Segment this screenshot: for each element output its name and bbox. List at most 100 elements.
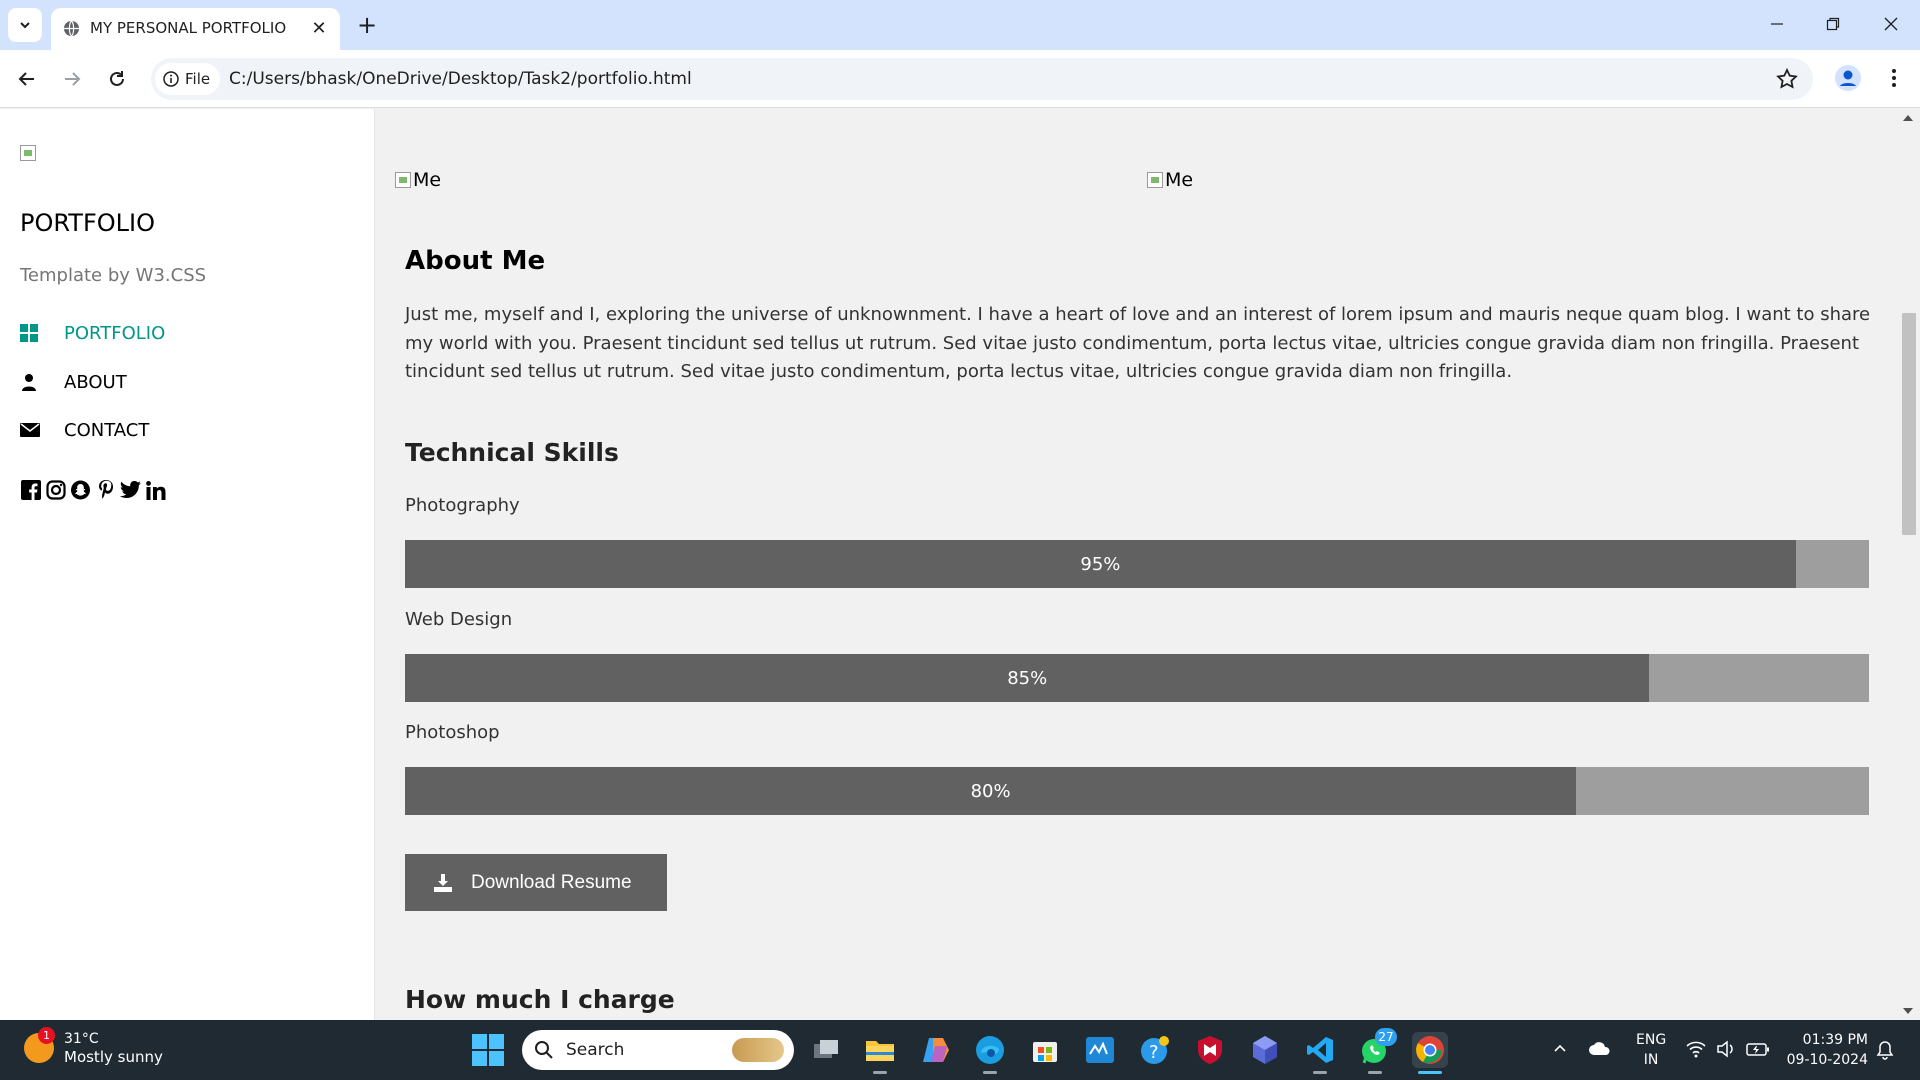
browser-menu-button[interactable] xyxy=(1878,62,1910,94)
sidebar-item-label: PORTFOLIO xyxy=(64,322,166,344)
active-indicator xyxy=(1418,1071,1442,1074)
twitter-icon[interactable] xyxy=(120,479,141,501)
system-clock[interactable]: 01:39 PM 09-10-2024 xyxy=(1786,1030,1868,1070)
mylip-app-button[interactable] xyxy=(1082,1032,1118,1068)
folder-icon xyxy=(866,1041,894,1061)
weather-temperature: 31°C xyxy=(64,1031,99,1047)
chevron-up-icon xyxy=(1554,1044,1566,1052)
pinterest-icon[interactable] xyxy=(95,479,116,501)
skill-label-photography: Photography xyxy=(405,495,520,516)
scroll-down-arrow-icon[interactable] xyxy=(1903,1008,1913,1014)
copilot-button[interactable] xyxy=(918,1032,954,1068)
weather-widget[interactable]: 1 31°C Mostly sunny xyxy=(24,1027,163,1066)
scroll-up-arrow-icon[interactable] xyxy=(1903,115,1913,121)
bookmark-star-icon[interactable] xyxy=(1775,67,1799,91)
back-button[interactable] xyxy=(10,62,44,96)
battery-icon xyxy=(1746,1043,1769,1056)
arrow-left-icon xyxy=(18,72,34,86)
new-tab-button[interactable]: + xyxy=(352,10,382,40)
notification-badge: 27 xyxy=(1375,1028,1397,1046)
sidebar-title: PORTFOLIO xyxy=(20,209,155,237)
snapchat-icon[interactable] xyxy=(70,479,91,501)
image-alt-text: Me xyxy=(1165,169,1194,191)
help-icon: ? xyxy=(1141,1036,1169,1064)
broken-image-icon xyxy=(20,145,36,161)
edge-icon xyxy=(976,1036,1004,1064)
image-alt-text: Me xyxy=(413,169,442,191)
whatsapp-button[interactable]: 27 xyxy=(1357,1028,1397,1068)
restore-icon xyxy=(1826,17,1840,31)
skill-label-web-design: Web Design xyxy=(405,609,513,630)
avatar xyxy=(20,143,40,163)
skill-bar-photography: 95% xyxy=(405,540,1869,588)
taskbar-search-label: Search xyxy=(566,1040,625,1060)
linkedin-icon[interactable] xyxy=(145,479,166,501)
user-icon xyxy=(20,372,46,392)
close-window-button[interactable] xyxy=(1866,6,1916,42)
social-links xyxy=(20,479,166,501)
address-bar[interactable]: File C:/Users/bhask/OneDrive/Desktop/Tas… xyxy=(151,58,1813,100)
main-content: Me Me About Me Just me, myself and I, ex… xyxy=(376,109,1896,1020)
tab-title: MY PERSONAL PORTFOLIO xyxy=(90,19,287,37)
clock-date: 09-10-2024 xyxy=(1786,1052,1868,1068)
taskbar-search[interactable]: Search xyxy=(522,1030,794,1070)
instagram-icon[interactable] xyxy=(45,479,66,501)
start-button[interactable] xyxy=(472,1034,504,1066)
facebook-icon[interactable] xyxy=(20,479,41,501)
skill-bar-photoshop: 80% xyxy=(405,767,1869,815)
running-indicator xyxy=(1313,1071,1327,1074)
sidebar-item-about[interactable]: ABOUT xyxy=(20,366,127,398)
sidebar-item-label: CONTACT xyxy=(64,419,150,441)
clock-time: 01:39 PM xyxy=(1802,1032,1868,1048)
restore-button[interactable] xyxy=(1808,6,1858,42)
minimize-button[interactable] xyxy=(1752,6,1802,42)
onedrive-cloud-icon[interactable] xyxy=(1588,1040,1612,1056)
cube-app-button[interactable] xyxy=(1247,1032,1283,1068)
file-explorer-button[interactable] xyxy=(862,1032,898,1068)
notification-badge: 1 xyxy=(38,1027,55,1044)
notification-center-button[interactable] xyxy=(1876,1040,1894,1064)
system-tray[interactable] xyxy=(1686,1040,1770,1058)
running-indicator xyxy=(983,1071,997,1074)
microsoft-store-button[interactable] xyxy=(1027,1032,1063,1068)
file-chip-label: File xyxy=(185,70,211,88)
vscode-icon xyxy=(1307,1037,1333,1063)
store-icon xyxy=(1033,1042,1057,1062)
page-scrollbar[interactable] xyxy=(1896,109,1920,1020)
mcafee-button[interactable] xyxy=(1192,1032,1228,1068)
profile-button[interactable] xyxy=(1832,62,1864,94)
tab-search-button[interactable] xyxy=(8,8,42,42)
browser-tab[interactable]: MY PERSONAL PORTFOLIO ✕ xyxy=(51,8,340,50)
site-info-chip[interactable]: File xyxy=(155,63,221,95)
copilot-icon xyxy=(923,1038,949,1062)
profile-icon xyxy=(1835,65,1861,91)
help-app-button[interactable]: ? xyxy=(1137,1032,1173,1068)
forward-button[interactable] xyxy=(55,62,89,96)
chevron-down-icon xyxy=(20,22,30,29)
windows-taskbar: 1 31°C Mostly sunny Search ? 27 ENG IN 0… xyxy=(0,1020,1920,1080)
vscode-button[interactable] xyxy=(1302,1032,1338,1068)
show-hidden-icons-button[interactable] xyxy=(1552,1040,1568,1060)
skill-bar-fill: 95% xyxy=(405,540,1796,588)
scrollbar-thumb[interactable] xyxy=(1902,313,1916,535)
task-view-icon xyxy=(814,1040,838,1058)
region-code: IN xyxy=(1643,1052,1659,1068)
task-view-button[interactable] xyxy=(808,1032,844,1068)
edge-button[interactable] xyxy=(972,1032,1008,1068)
broken-image-icon xyxy=(395,172,411,188)
close-icon xyxy=(1884,17,1898,31)
download-icon xyxy=(434,873,452,892)
sidebar-item-portfolio[interactable]: PORTFOLIO xyxy=(20,317,165,349)
sidebar-item-contact[interactable]: CONTACT xyxy=(20,414,149,446)
skill-label-photoshop: Photoshop xyxy=(405,722,500,743)
chrome-button[interactable] xyxy=(1412,1032,1448,1068)
notification-bell-icon xyxy=(1876,1041,1894,1060)
kebab-menu-icon xyxy=(1892,69,1896,87)
sun-icon: 1 xyxy=(24,1027,55,1063)
close-tab-icon[interactable]: ✕ xyxy=(307,16,331,40)
globe-icon xyxy=(63,20,80,37)
download-resume-button[interactable]: Download Resume xyxy=(405,854,667,911)
browser-tab-bar: MY PERSONAL PORTFOLIO ✕ + xyxy=(0,0,1920,50)
reload-button[interactable] xyxy=(100,62,134,96)
input-language-indicator[interactable]: ENG IN xyxy=(1636,1030,1666,1070)
